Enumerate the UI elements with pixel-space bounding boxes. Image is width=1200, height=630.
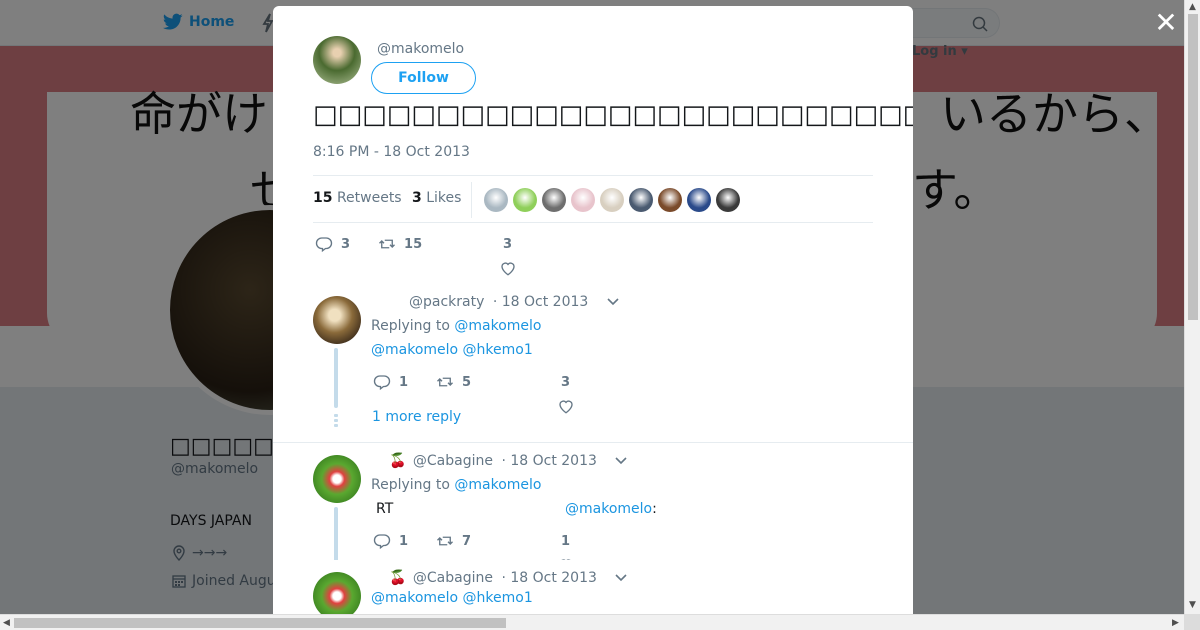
replying-to-prefix: Replying to <box>371 318 450 334</box>
reply-action[interactable]: 3 <box>315 235 350 253</box>
reply-header: 🍒 @Cabagine · 18 Oct 2013 <box>389 453 627 469</box>
reply-date[interactable]: · 18 Oct 2013 <box>501 453 596 469</box>
liker-avatar[interactable] <box>542 188 566 212</box>
scroll-up-arrow-icon[interactable]: ▲ <box>1189 2 1196 12</box>
like-count: 3 <box>561 375 571 390</box>
scroll-left-arrow-icon[interactable]: ◀ <box>3 618 10 628</box>
tweet-timestamp[interactable]: 8:16 PM - 18 Oct 2013 <box>313 144 470 160</box>
reply-mentions[interactable]: @makomelo @hkemo1 <box>371 590 533 606</box>
reply-handle[interactable]: @Cabagine <box>413 453 493 469</box>
vertical-scrollbar[interactable]: ▲ ▼ <box>1184 0 1200 614</box>
horizontal-scrollbar[interactable]: ◀ ▶ <box>0 614 1184 630</box>
reply-date[interactable]: · 18 Oct 2013 <box>493 294 588 310</box>
cherry-emoji: 🍒 <box>389 570 407 586</box>
close-icon[interactable]: ✕ <box>1153 9 1179 37</box>
reply-action[interactable]: 1 <box>373 532 408 550</box>
scrollbar-corner <box>1184 614 1200 630</box>
reply-avatar[interactable] <box>313 455 361 503</box>
reply-action[interactable]: 1 <box>373 373 408 391</box>
replying-to-prefix: Replying to <box>371 477 450 493</box>
tweet-actions: 3 15 <box>315 235 422 253</box>
reply-avatar[interactable] <box>313 296 361 344</box>
retweets-count: 15 <box>313 190 333 206</box>
reply-handle[interactable]: @Cabagine <box>413 570 493 586</box>
reply-handle[interactable]: @packraty <box>409 294 484 310</box>
liker-avatar[interactable] <box>629 188 653 212</box>
liker-avatar[interactable] <box>571 188 595 212</box>
likes-label: Likes <box>426 190 462 206</box>
likers-avatars <box>484 188 740 212</box>
chevron-down-icon[interactable] <box>615 574 627 582</box>
tweet-stats: 15 Retweets 3 Likes <box>313 175 873 223</box>
heart-icon[interactable] <box>557 397 575 415</box>
reply-text-mention: @makomelo: <box>565 501 657 517</box>
divider <box>273 442 913 443</box>
replying-to: Replying to @makomelo <box>371 318 542 334</box>
reply-actions: 1 5 <box>373 373 471 391</box>
reply-actions: 1 7 <box>373 532 471 550</box>
reply-count: 1 <box>399 374 409 390</box>
chevron-down-icon[interactable] <box>615 457 627 465</box>
scroll-down-arrow-icon[interactable]: ▼ <box>1189 600 1196 610</box>
tweet-modal: @makomelo Follow □□□□□□□□□□□□□□□□□□□□□□□… <box>273 6 913 614</box>
reply-tweet[interactable]: 🍒 @Cabagine · 18 Oct 2013 @makomelo @hke… <box>273 560 913 614</box>
reply-icon <box>373 534 391 550</box>
heart-icon[interactable] <box>499 259 517 277</box>
author-handle[interactable]: @makomelo <box>377 41 464 57</box>
retweet-count: 5 <box>462 374 472 390</box>
reply-count: 3 <box>341 236 351 252</box>
replying-to-link[interactable]: @makomelo <box>454 477 541 493</box>
reply-avatar[interactable] <box>313 572 361 614</box>
likes-count: 3 <box>412 190 422 206</box>
reply-text-suffix: : <box>652 501 657 517</box>
replying-to: Replying to @makomelo <box>371 477 542 493</box>
chevron-down-icon[interactable] <box>607 298 619 306</box>
author-avatar[interactable] <box>313 36 361 84</box>
retweets-stat[interactable]: 15 Retweets <box>313 190 402 206</box>
retweet-icon <box>379 239 396 249</box>
reply-count: 1 <box>399 533 409 549</box>
vertical-scroll-thumb[interactable] <box>1188 14 1198 320</box>
reply-mentions[interactable]: @makomelo @hkemo1 <box>371 342 533 358</box>
retweet-icon <box>437 536 454 546</box>
reply-header: 🍒 @Cabagine · 18 Oct 2013 <box>389 570 627 586</box>
follow-button[interactable]: Follow <box>371 62 476 94</box>
cherry-emoji: 🍒 <box>389 453 407 469</box>
like-count: 1 <box>561 534 571 549</box>
scroll-right-arrow-icon[interactable]: ▶ <box>1172 618 1179 628</box>
replying-to-link[interactable]: @makomelo <box>454 318 541 334</box>
stats-divider <box>471 182 472 218</box>
reply-icon <box>373 375 391 391</box>
liker-avatar[interactable] <box>600 188 624 212</box>
thread-dots <box>334 414 338 429</box>
thread-line <box>334 348 338 408</box>
retweet-action[interactable]: 5 <box>436 373 471 391</box>
liker-avatar[interactable] <box>716 188 740 212</box>
reply-date[interactable]: · 18 Oct 2013 <box>501 570 596 586</box>
retweet-action[interactable]: 15 <box>378 235 422 253</box>
retweet-count: 15 <box>404 236 423 252</box>
mention-link[interactable]: @makomelo <box>565 501 652 517</box>
retweet-count: 7 <box>462 533 472 549</box>
liker-avatar[interactable] <box>513 188 537 212</box>
reply-text: RT <box>376 501 394 517</box>
more-replies-link[interactable]: 1 more reply <box>372 409 461 425</box>
reply-icon <box>315 237 333 253</box>
like-count: 3 <box>503 237 513 252</box>
likes-stat[interactable]: 3 Likes <box>412 190 461 206</box>
retweet-action[interactable]: 7 <box>436 532 471 550</box>
liker-avatar[interactable] <box>658 188 682 212</box>
tweet-text: □□□□□□□□□□□□□□□□□□□□□□□□□□□□□□□□□□□□□□□□… <box>313 100 913 130</box>
horizontal-scroll-thumb[interactable] <box>14 618 506 628</box>
liker-avatar[interactable] <box>687 188 711 212</box>
retweet-icon <box>437 377 454 387</box>
liker-avatar[interactable] <box>484 188 508 212</box>
retweets-label: Retweets <box>336 190 402 206</box>
reply-header: @packraty · 18 Oct 2013 <box>409 294 619 310</box>
